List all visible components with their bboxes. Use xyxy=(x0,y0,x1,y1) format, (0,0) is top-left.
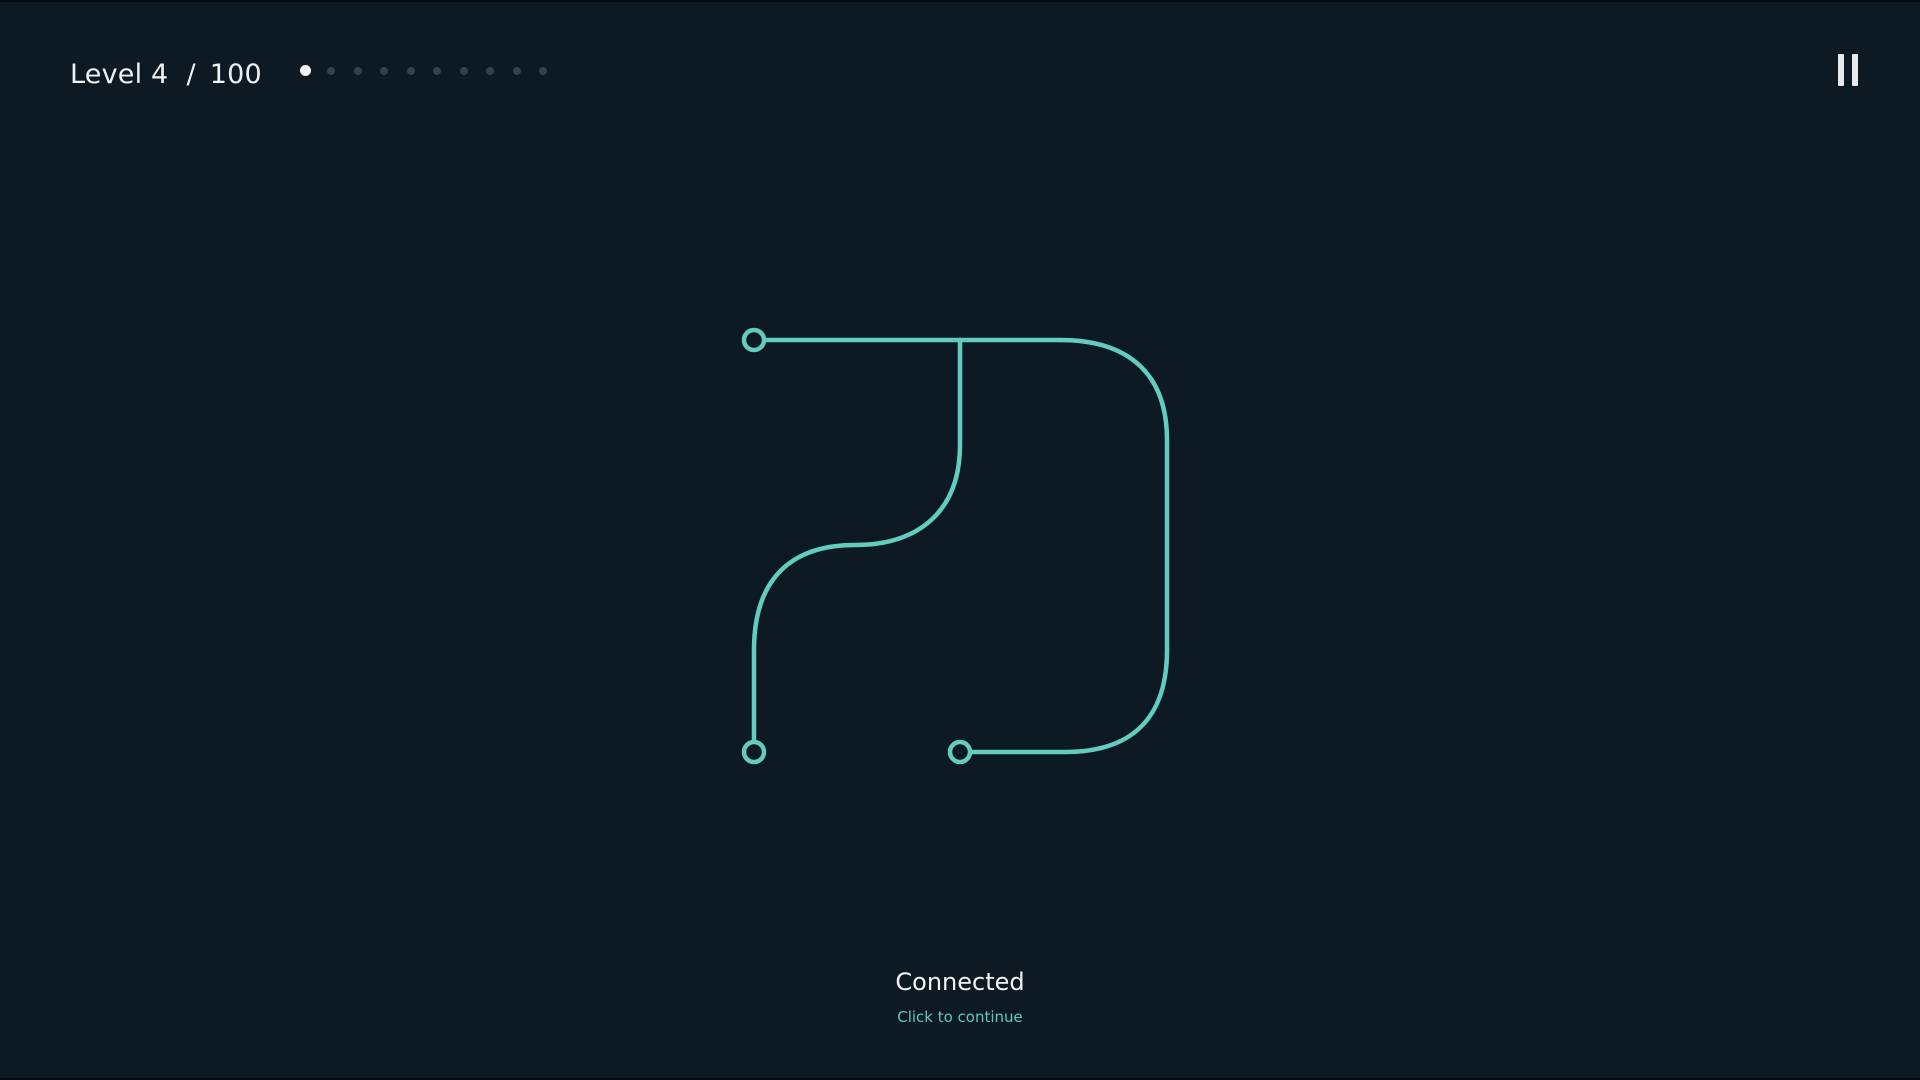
node-top-left[interactable] xyxy=(741,327,767,353)
node-bottom-center[interactable] xyxy=(947,739,973,765)
continue-hint[interactable]: Click to continue xyxy=(0,1008,1920,1026)
node-bottom-left[interactable] xyxy=(741,739,767,765)
status-title: Connected xyxy=(895,968,1025,996)
game-screen[interactable]: Level 4 / 100 Connected Click to continu… xyxy=(0,0,1920,1080)
path-center-s-curve[interactable] xyxy=(751,337,963,743)
puzzle-board[interactable] xyxy=(0,0,1920,1080)
path-right-loop[interactable] xyxy=(967,337,1170,755)
status-panel: Connected Click to continue xyxy=(0,968,1920,1026)
